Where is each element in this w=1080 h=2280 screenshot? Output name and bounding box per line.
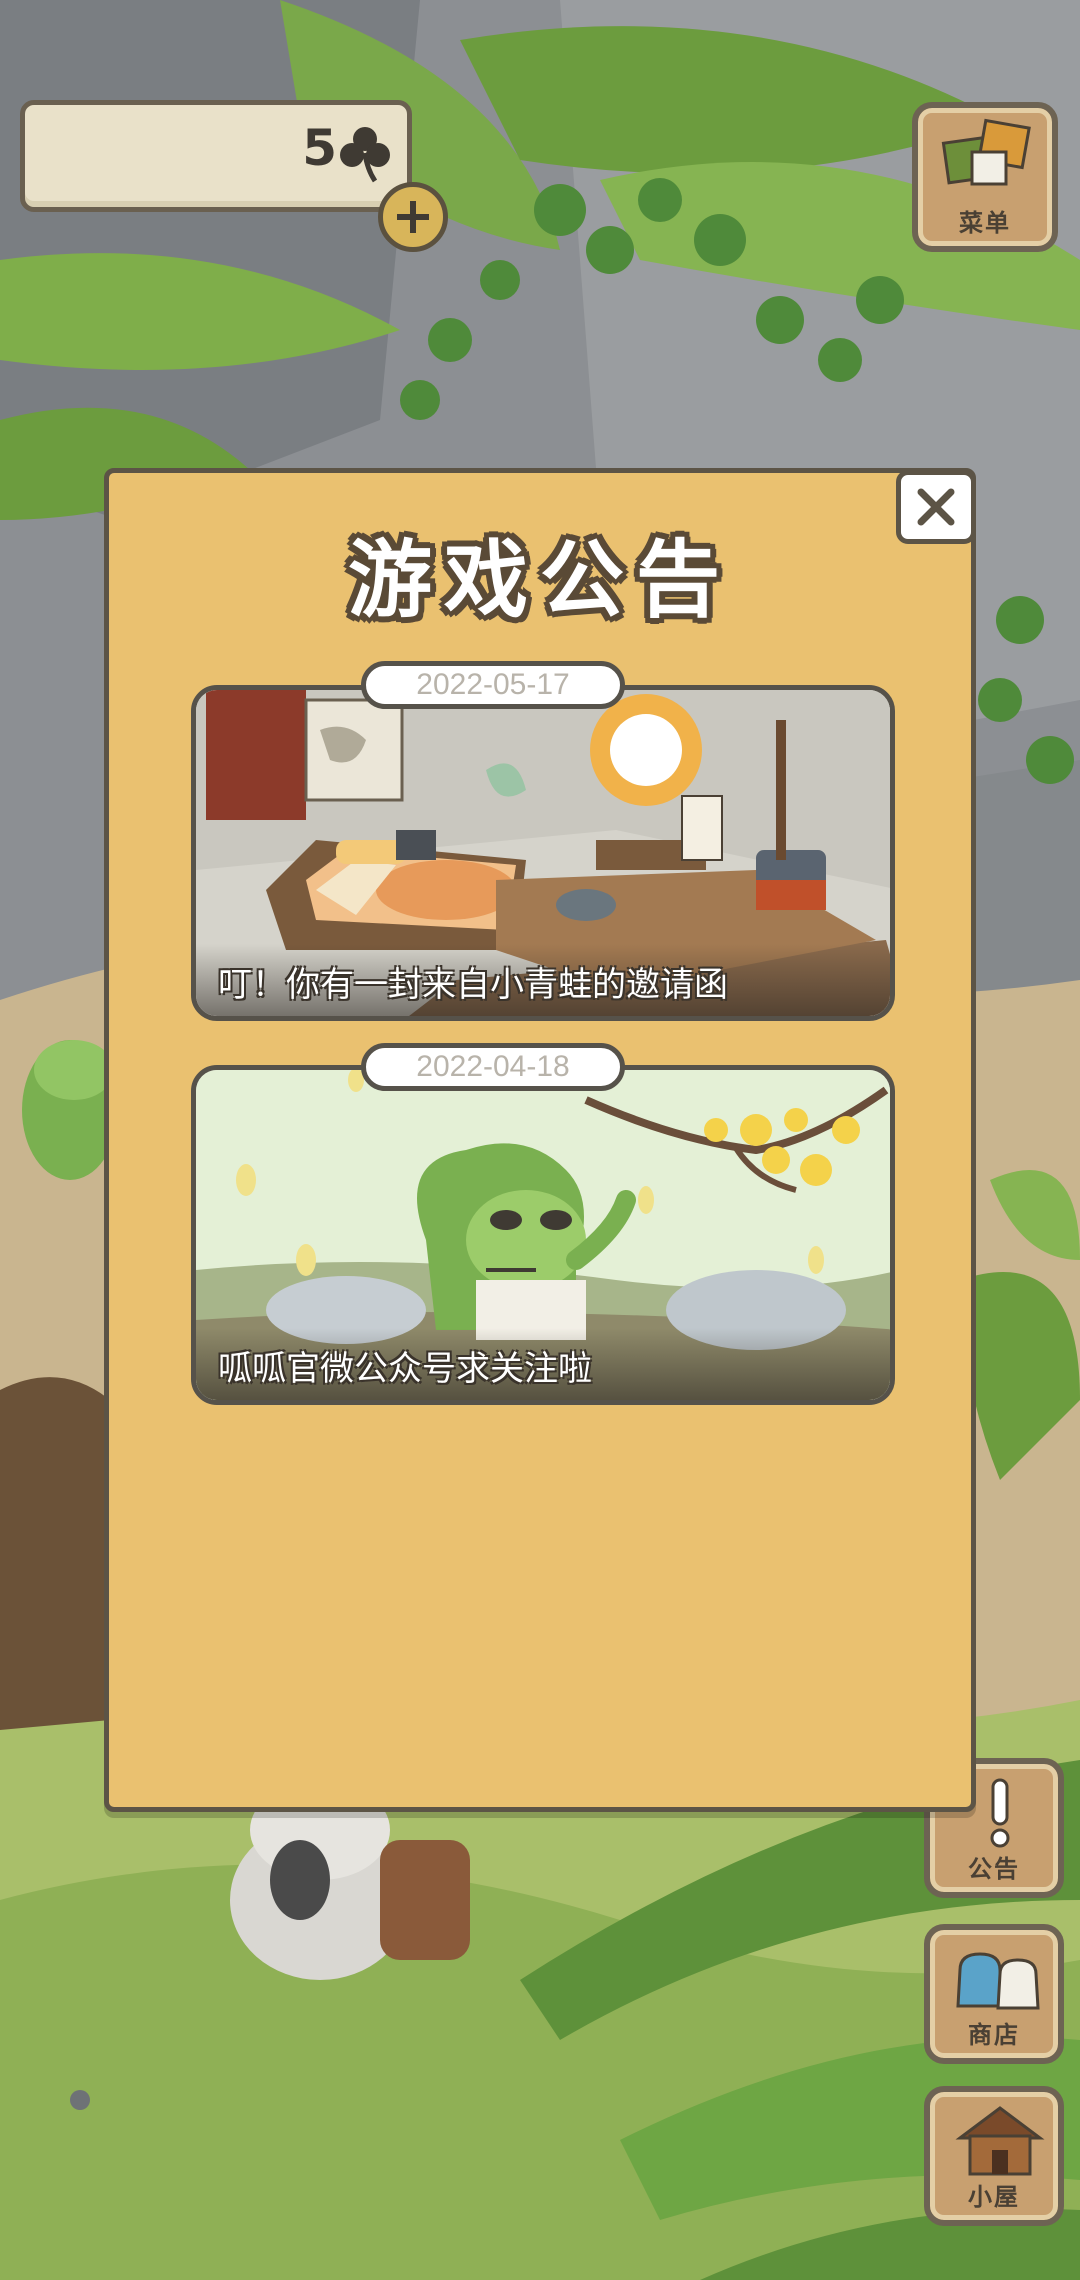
menu-label: 菜单: [959, 209, 1011, 237]
modal-title: 游戏公告: [347, 531, 732, 629]
plus-icon: [397, 201, 429, 233]
house-button[interactable]: 小屋: [924, 2086, 1064, 2226]
house-label: 小屋: [968, 2183, 1020, 2211]
announcement-caption: 呱呱官微公众号求关注啦: [218, 1349, 592, 1389]
shop-label: 商店: [968, 2021, 1020, 2049]
announcement-card[interactable]: 呱呱官微公众号求关注啦: [191, 1065, 895, 1405]
announcement-date: 2022-05-17: [361, 661, 625, 709]
shop-button[interactable]: 商店: [924, 1924, 1064, 2064]
menu-icon: [941, 118, 1031, 186]
menu-button[interactable]: 菜单: [912, 102, 1058, 252]
close-icon: [917, 488, 955, 526]
announcement-date: 2022-04-18: [361, 1043, 625, 1091]
announcement-caption: 叮！你有一封来自小青蛙的邀请函: [218, 965, 728, 1005]
announcement-modal: 游戏公告 2022-05-17 叮！你有一封来自小青蛙的邀请函 2022-04-…: [104, 468, 976, 1812]
house-icon: [955, 2106, 1045, 2176]
shop-bags-icon: [956, 1952, 1040, 2010]
clover-count: 5: [302, 119, 337, 177]
clover-counter: 5: [20, 100, 412, 212]
announcement-card[interactable]: 叮！你有一封来自小青蛙的邀请函: [191, 685, 895, 1021]
clover-icon: [340, 127, 390, 183]
add-clover-button[interactable]: [378, 182, 448, 252]
close-button[interactable]: [896, 470, 976, 544]
notice-label: 公告: [968, 1855, 1020, 1883]
